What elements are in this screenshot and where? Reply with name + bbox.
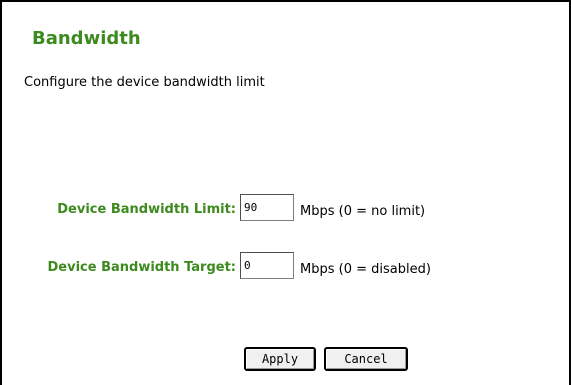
bandwidth-limit-unit: Mbps (0 = no limit) <box>300 203 426 219</box>
bandwidth-limit-row: Device Bandwidth Limit: Mbps (0 = no lim… <box>2 194 562 224</box>
bandwidth-target-unit: Mbps (0 = disabled) <box>300 261 431 277</box>
bandwidth-target-row: Device Bandwidth Target: Mbps (0 = disab… <box>2 252 562 282</box>
bandwidth-target-input[interactable] <box>240 252 294 279</box>
cancel-button[interactable]: Cancel <box>324 347 408 371</box>
bandwidth-limit-label: Device Bandwidth Limit: <box>57 201 236 217</box>
page-description: Configure the device bandwidth limit <box>24 75 265 90</box>
bandwidth-limit-input[interactable] <box>240 194 294 221</box>
bandwidth-panel: Bandwidth Configure the device bandwidth… <box>0 0 571 385</box>
page-title: Bandwidth <box>32 28 141 49</box>
bandwidth-target-label: Device Bandwidth Target: <box>47 259 236 275</box>
apply-button[interactable]: Apply <box>244 347 316 371</box>
